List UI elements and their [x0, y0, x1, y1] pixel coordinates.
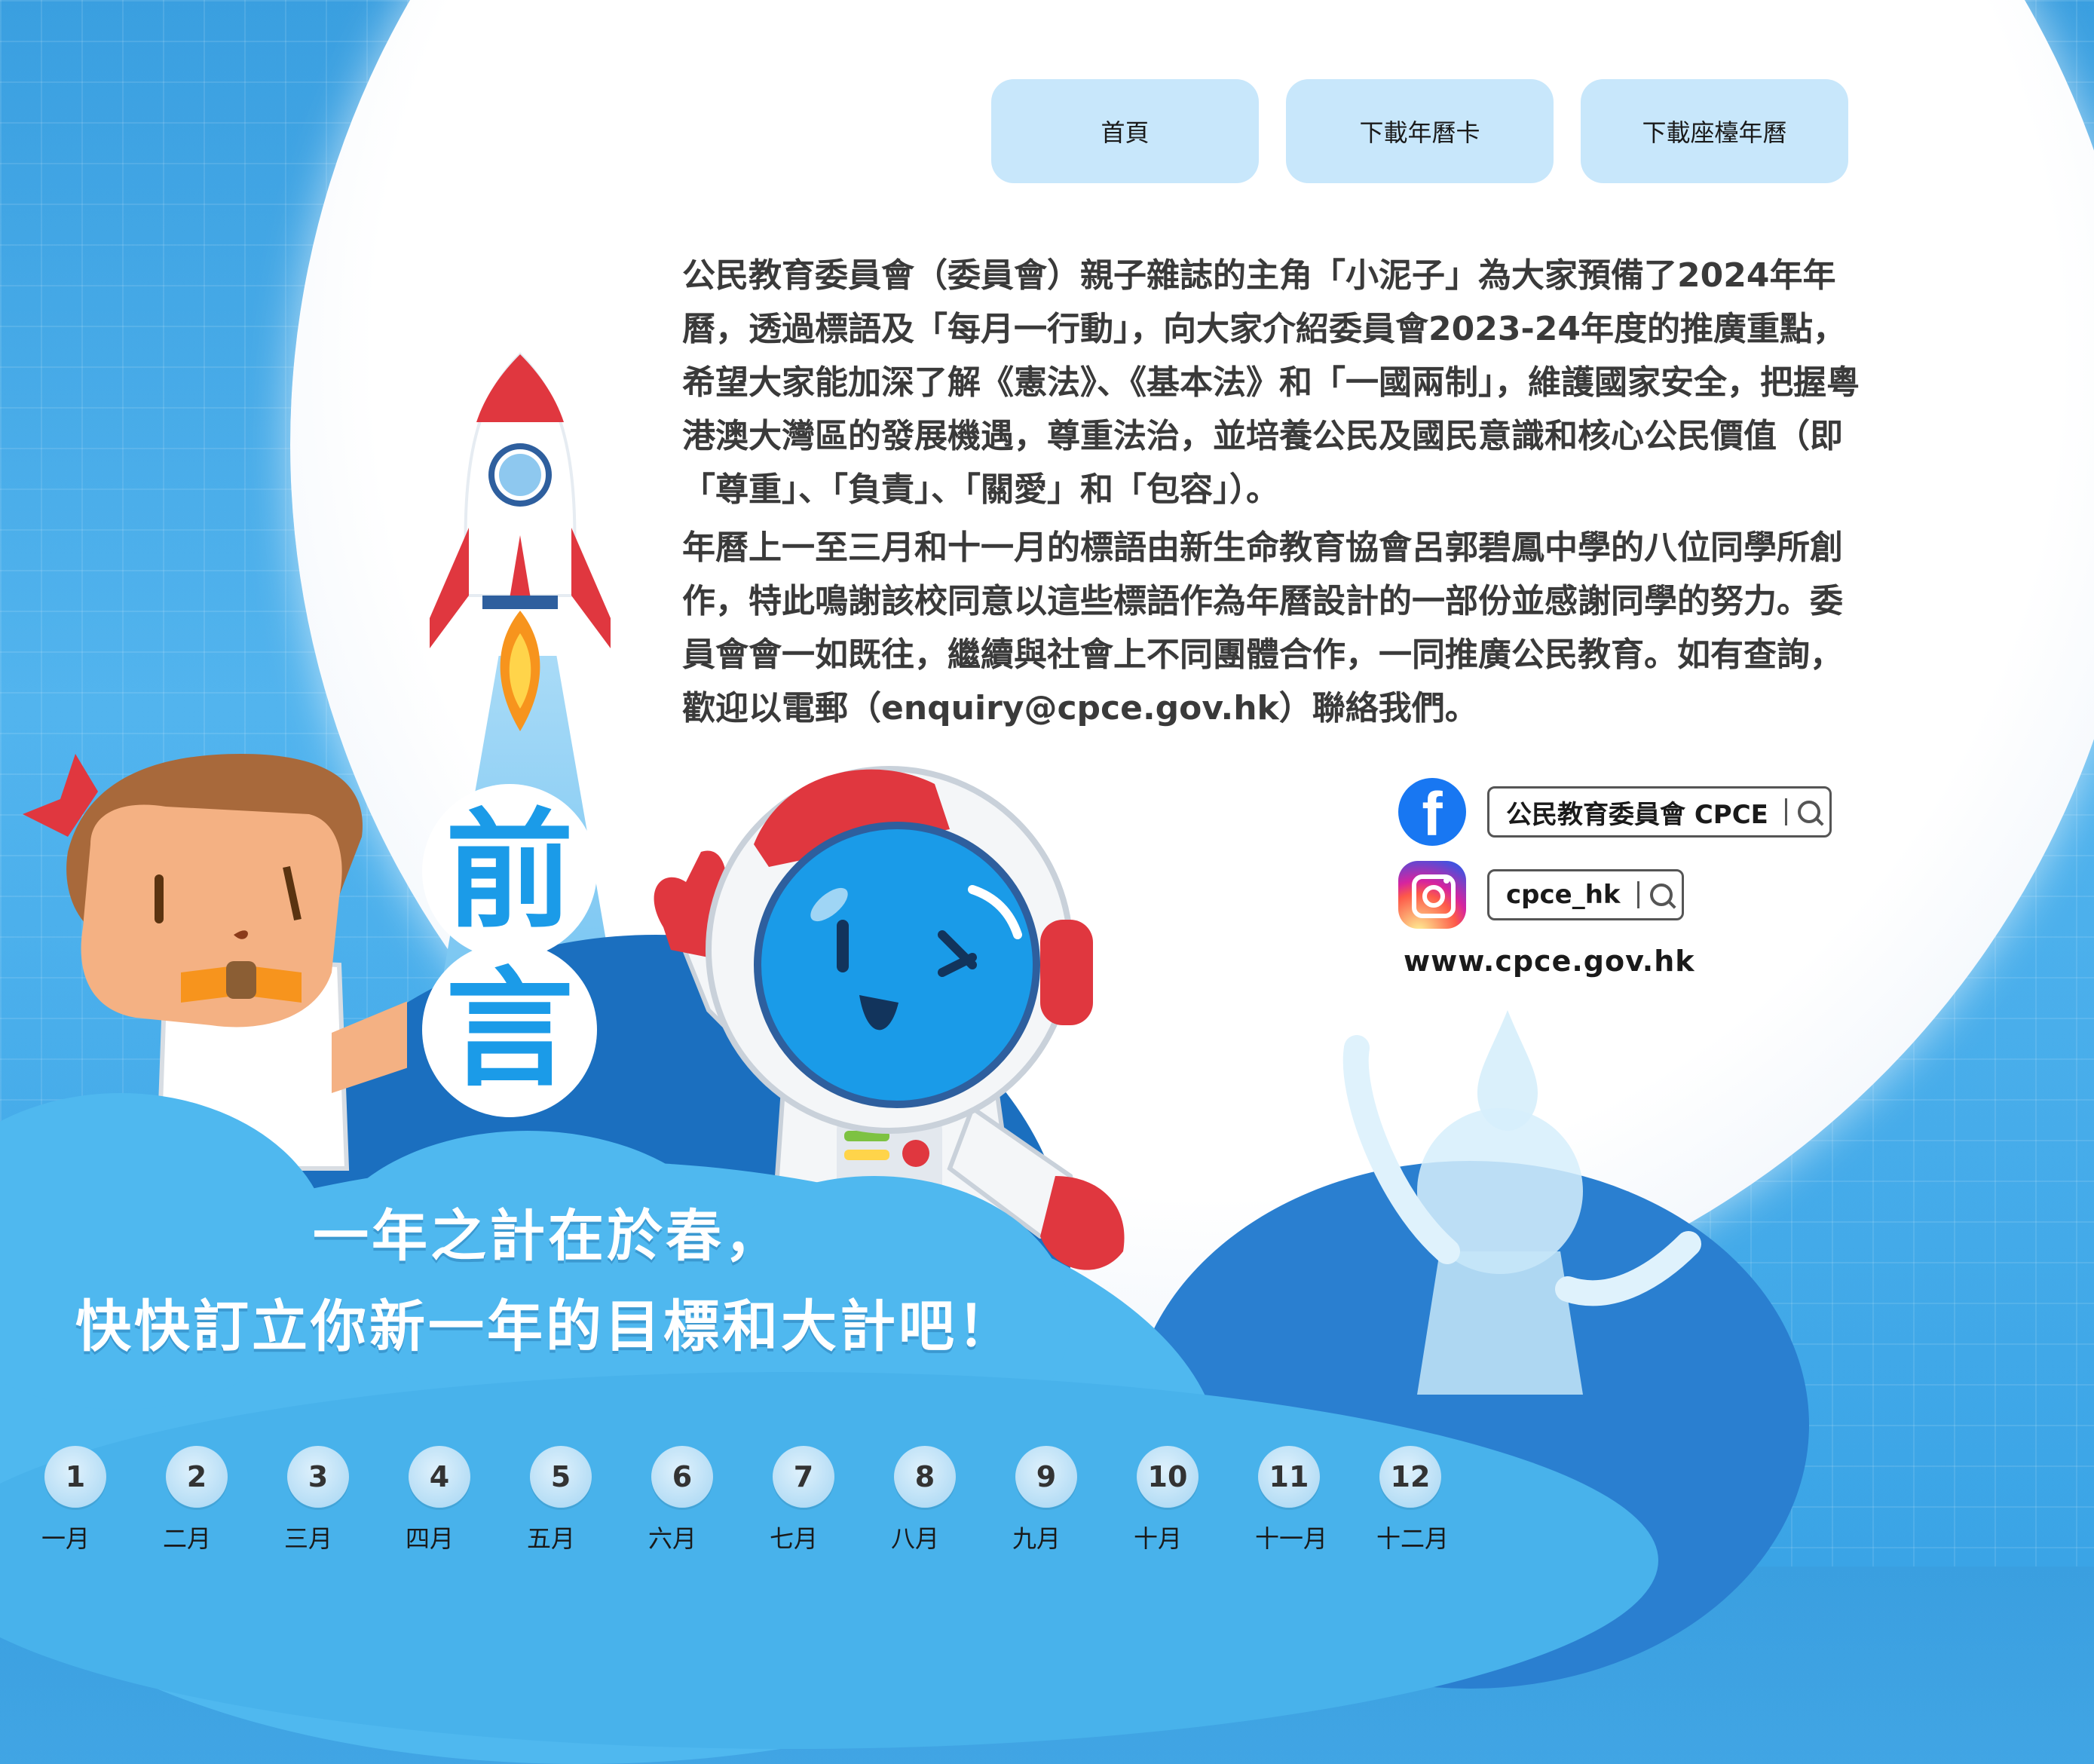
heading-char-2: 言: [422, 942, 597, 1117]
month-number[interactable]: 2: [166, 1446, 228, 1508]
facebook-row[interactable]: f 公民教育委員會 CPCE: [1398, 778, 1832, 846]
slogan-line-1: 一年之計在於春，: [313, 1204, 783, 1269]
instagram-search-box[interactable]: cpce_hk: [1487, 869, 1684, 920]
search-icon: [1649, 884, 1673, 906]
month-number[interactable]: 9: [1015, 1446, 1077, 1508]
cloud-bottom: [0, 1372, 1658, 1749]
instagram-row[interactable]: cpce_hk: [1398, 861, 1684, 929]
facebook-search-box[interactable]: 公民教育委員會 CPCE: [1487, 786, 1832, 838]
month-item-8[interactable]: 8 八月: [891, 1446, 1012, 1554]
month-number[interactable]: 4: [409, 1446, 470, 1508]
facebook-label: 公民教育委員會 CPCE: [1506, 799, 1768, 830]
top-nav: 首頁 下載年曆卡 下載座檯年曆: [991, 79, 1848, 183]
month-label: 七月: [770, 1524, 819, 1553]
intro-paragraph-1: 公民教育委員會（委員會）親子雜誌的主角「小泥子」為大家預備了2024年年曆，透過…: [682, 256, 1860, 509]
search-icon: [1797, 801, 1820, 823]
month-label: 六月: [648, 1524, 697, 1553]
month-item-6[interactable]: 6 六月: [648, 1446, 770, 1554]
divider: [1784, 798, 1787, 825]
month-number[interactable]: 6: [651, 1446, 713, 1508]
website-link[interactable]: www.cpce.gov.hk: [1404, 945, 1695, 978]
month-number[interactable]: 3: [287, 1446, 349, 1508]
month-item-4[interactable]: 4 四月: [406, 1446, 527, 1554]
month-label: 八月: [891, 1524, 940, 1553]
month-number[interactable]: 11: [1258, 1446, 1320, 1508]
month-item-12[interactable]: 12 十二月: [1376, 1446, 1498, 1554]
month-item-7[interactable]: 7 七月: [770, 1446, 891, 1554]
slogan-line-2: 快快訂立你新一年的目標和大計吧！: [75, 1294, 1016, 1359]
month-number[interactable]: 8: [894, 1446, 956, 1508]
month-item-3[interactable]: 3 三月: [284, 1446, 406, 1554]
month-item-10[interactable]: 10 十月: [1134, 1446, 1255, 1554]
month-number[interactable]: 10: [1137, 1446, 1199, 1508]
month-label: 五月: [527, 1524, 576, 1553]
month-label: 一月: [41, 1524, 90, 1553]
month-number[interactable]: 7: [773, 1446, 834, 1508]
month-selector: 1 一月 2 二月 3 三月 4 四月 5 五月 6 六月 7 七月 8 八月 9 九月 10 十月…: [41, 1446, 1498, 1554]
month-number[interactable]: 5: [530, 1446, 592, 1508]
divider: [1636, 881, 1639, 908]
month-label: 四月: [406, 1524, 455, 1553]
month-item-9[interactable]: 9 九月: [1012, 1446, 1134, 1554]
month-label: 二月: [163, 1524, 212, 1553]
month-number[interactable]: 12: [1379, 1446, 1441, 1508]
month-label: 十月: [1134, 1524, 1183, 1553]
intro-text: 公民教育委員會（委員會）親子雜誌的主角「小泥子」為大家預備了2024年年曆，透過…: [682, 249, 1866, 740]
month-label: 九月: [1012, 1524, 1061, 1553]
nav-home-button[interactable]: 首頁: [991, 79, 1259, 183]
rocket-illustration: [430, 352, 611, 731]
month-item-5[interactable]: 5 五月: [527, 1446, 648, 1554]
instagram-icon[interactable]: [1398, 861, 1466, 929]
nav-download-desk-calendar-button[interactable]: 下載座檯年曆: [1581, 79, 1848, 183]
month-label: 十一月: [1255, 1524, 1328, 1553]
facebook-icon[interactable]: f: [1398, 778, 1466, 846]
water-character-illustration: [1342, 1010, 1701, 1395]
month-label: 三月: [284, 1524, 333, 1553]
heading-char-1: 前: [422, 784, 597, 959]
intro-paragraph-2: 年曆上一至三月和十一月的標語由新生命教育協會呂郭碧鳳中學的八位同學所創作，特此鳴…: [682, 528, 1843, 727]
month-item-11[interactable]: 11 十一月: [1255, 1446, 1376, 1554]
month-number[interactable]: 1: [44, 1446, 106, 1508]
month-item-1[interactable]: 1 一月: [41, 1446, 163, 1554]
month-label: 十二月: [1376, 1524, 1450, 1553]
instagram-label: cpce_hk: [1506, 880, 1621, 910]
month-item-2[interactable]: 2 二月: [163, 1446, 284, 1554]
nav-download-card-button[interactable]: 下載年曆卡: [1286, 79, 1554, 183]
